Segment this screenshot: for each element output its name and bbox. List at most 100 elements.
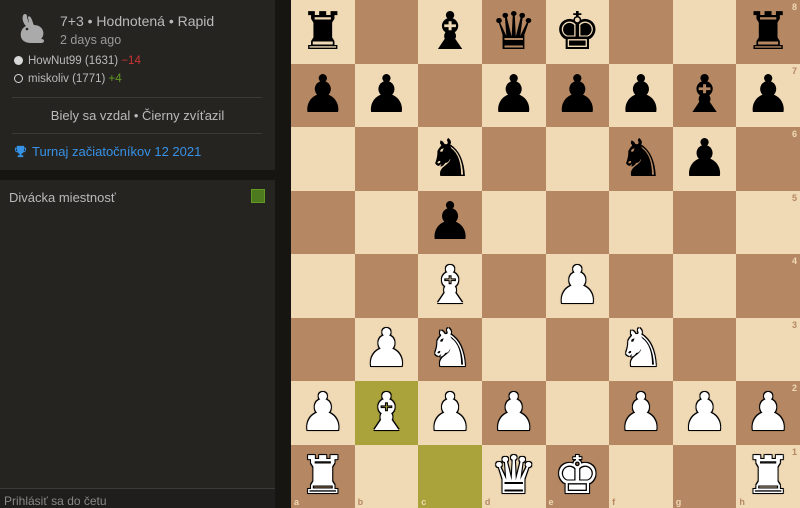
square-h3[interactable]: 3 — [736, 317, 800, 381]
square-b7[interactable]: ♟ — [354, 63, 419, 127]
square-e3[interactable] — [545, 317, 610, 381]
square-d3[interactable] — [481, 317, 546, 381]
black-pawn-icon[interactable]: ♟ — [745, 69, 792, 121]
white-rook-icon[interactable]: ♜ — [745, 450, 792, 502]
square-h4[interactable]: 4 — [736, 254, 800, 318]
black-knight-icon[interactable]: ♞ — [427, 133, 474, 185]
square-c3[interactable]: ♞ — [418, 317, 482, 381]
square-h6[interactable]: 6 — [736, 127, 800, 191]
chess-board[interactable]: ♜ ♝ ♛ ♚ ♜ 8 ♟ ♟ ♟ ♟ ♟ ♝ ♟ 7 ♞ ♞ ♟ 6 ♟ 5 ♝ ♟ 4 ♟ ♞ ♞ 3 ♟ ♝ ♟ ♟ ♟ ♟ ♟ 2 ♜ a b c ♛… — [291, 0, 800, 508]
white-player[interactable]: HowNut99 (1631) −14 — [14, 55, 141, 67]
white-pawn-icon[interactable]: ♟ — [681, 387, 728, 439]
chat-input[interactable] — [0, 488, 275, 508]
square-b3[interactable]: ♟ — [354, 317, 419, 381]
black-rook-icon[interactable]: ♜ — [745, 6, 792, 58]
square-g4[interactable] — [672, 254, 737, 318]
tournament-link[interactable]: Turnaj začiatočníkov 12 2021 — [14, 144, 201, 159]
square-h7[interactable]: ♟ 7 — [736, 63, 800, 127]
square-a3[interactable] — [291, 317, 355, 381]
square-a7[interactable]: ♟ — [291, 63, 355, 127]
white-knight-icon[interactable]: ♞ — [427, 323, 474, 375]
black-player[interactable]: miskoliv (1771) +4 — [14, 73, 122, 85]
square-e8[interactable]: ♚ — [545, 0, 610, 64]
square-a5[interactable] — [291, 190, 355, 254]
square-e7[interactable]: ♟ — [545, 63, 610, 127]
square-e2[interactable] — [545, 381, 610, 445]
square-g2[interactable]: ♟ — [672, 381, 737, 445]
square-g5[interactable] — [672, 190, 737, 254]
square-a2[interactable]: ♟ — [291, 381, 355, 445]
black-pawn-icon[interactable]: ♟ — [490, 69, 537, 121]
square-c5[interactable]: ♟ — [418, 190, 482, 254]
square-g3[interactable] — [672, 317, 737, 381]
white-pawn-icon[interactable]: ♟ — [490, 387, 537, 439]
square-h8[interactable]: ♜ 8 — [736, 0, 800, 64]
square-f2[interactable]: ♟ — [609, 381, 673, 445]
square-c7[interactable] — [418, 63, 482, 127]
square-e1[interactable]: ♚ e — [545, 444, 610, 508]
square-c6[interactable]: ♞ — [418, 127, 482, 191]
square-d1[interactable]: ♛ d — [481, 444, 546, 508]
square-b1[interactable]: b — [354, 444, 419, 508]
white-player-name[interactable]: HowNut99 (1631) — [28, 55, 118, 67]
tournament-name[interactable]: Turnaj začiatočníkov 12 2021 — [32, 144, 201, 159]
black-pawn-icon[interactable]: ♟ — [681, 133, 728, 185]
square-f6[interactable]: ♞ — [609, 127, 673, 191]
square-b8[interactable] — [354, 0, 419, 64]
white-pawn-icon[interactable]: ♟ — [427, 387, 474, 439]
square-c1[interactable]: c — [418, 444, 482, 508]
square-a8[interactable]: ♜ — [291, 0, 355, 64]
square-f1[interactable]: f — [609, 444, 673, 508]
square-g6[interactable]: ♟ — [672, 127, 737, 191]
square-b5[interactable] — [354, 190, 419, 254]
square-d8[interactable]: ♛ — [481, 0, 546, 64]
black-pawn-icon[interactable]: ♟ — [363, 69, 410, 121]
square-d6[interactable] — [481, 127, 546, 191]
white-knight-icon[interactable]: ♞ — [618, 323, 665, 375]
square-h2[interactable]: ♟ 2 — [736, 381, 800, 445]
black-bishop-icon[interactable]: ♝ — [681, 69, 728, 121]
square-d7[interactable]: ♟ — [481, 63, 546, 127]
square-f5[interactable] — [609, 190, 673, 254]
square-b6[interactable] — [354, 127, 419, 191]
black-pawn-icon[interactable]: ♟ — [554, 69, 601, 121]
white-pawn-icon[interactable]: ♟ — [554, 260, 601, 312]
square-c2[interactable]: ♟ — [418, 381, 482, 445]
white-queen-icon[interactable]: ♛ — [490, 450, 537, 502]
square-g8[interactable] — [672, 0, 737, 64]
square-g1[interactable]: g — [672, 444, 737, 508]
square-h1[interactable]: ♜ 1 h — [736, 444, 800, 508]
white-rook-icon[interactable]: ♜ — [300, 450, 347, 502]
square-a1[interactable]: ♜ a — [291, 444, 355, 508]
square-e6[interactable] — [545, 127, 610, 191]
black-pawn-icon[interactable]: ♟ — [427, 196, 474, 248]
square-f8[interactable] — [609, 0, 673, 64]
white-king-icon[interactable]: ♚ — [554, 450, 601, 502]
white-bishop-icon[interactable]: ♝ — [427, 260, 474, 312]
square-a4[interactable] — [291, 254, 355, 318]
black-rook-icon[interactable]: ♜ — [300, 6, 347, 58]
black-player-name[interactable]: miskoliv (1771) — [28, 73, 105, 85]
square-g7[interactable]: ♝ — [672, 63, 737, 127]
black-knight-icon[interactable]: ♞ — [618, 133, 665, 185]
chat-toggle-checkbox[interactable] — [251, 189, 265, 203]
square-d4[interactable] — [481, 254, 546, 318]
white-bishop-icon[interactable]: ♝ — [363, 387, 410, 439]
square-c8[interactable]: ♝ — [418, 0, 482, 64]
white-pawn-icon[interactable]: ♟ — [363, 323, 410, 375]
square-h5[interactable]: 5 — [736, 190, 800, 254]
square-a6[interactable] — [291, 127, 355, 191]
black-bishop-icon[interactable]: ♝ — [427, 6, 474, 58]
black-pawn-icon[interactable]: ♟ — [300, 69, 347, 121]
black-queen-icon[interactable]: ♛ — [490, 6, 537, 58]
square-f4[interactable] — [609, 254, 673, 318]
white-pawn-icon[interactable]: ♟ — [618, 387, 665, 439]
square-d2[interactable]: ♟ — [481, 381, 546, 445]
square-c4[interactable]: ♝ — [418, 254, 482, 318]
square-f7[interactable]: ♟ — [609, 63, 673, 127]
square-b4[interactable] — [354, 254, 419, 318]
square-b2[interactable]: ♝ — [354, 381, 419, 445]
square-d5[interactable] — [481, 190, 546, 254]
black-pawn-icon[interactable]: ♟ — [618, 69, 665, 121]
square-e4[interactable]: ♟ — [545, 254, 610, 318]
